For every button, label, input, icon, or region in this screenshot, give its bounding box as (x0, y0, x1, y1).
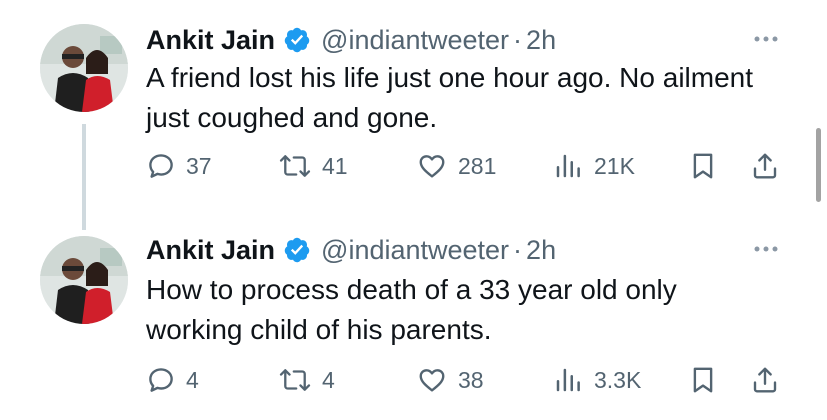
views-count: 21K (594, 152, 635, 179)
tweet-header: Ankit Jain @indiantweeter · 2h (146, 20, 556, 60)
like-count: 281 (458, 152, 497, 179)
verified-badge-icon (284, 27, 310, 53)
reply-count: 4 (186, 366, 199, 393)
reply-count: 37 (186, 152, 212, 179)
more-dots-icon[interactable] (753, 34, 779, 44)
share-upload-icon (753, 367, 777, 393)
timestamp[interactable]: 2h (526, 235, 556, 266)
tweet-actions: 37 41 281 21K (146, 148, 786, 184)
views-count: 3.3K (594, 366, 642, 393)
avatar-photo-icon (40, 24, 128, 112)
more-dots-icon[interactable] (753, 244, 779, 254)
share-upload-icon (753, 153, 777, 179)
bookmark-button[interactable] (688, 362, 718, 398)
separator-dot: · (513, 24, 523, 55)
heart-icon (419, 155, 445, 178)
share-button[interactable] (750, 362, 780, 398)
retweet-button[interactable]: 4 (278, 362, 335, 398)
author-handle[interactable]: @indiantweeter (321, 235, 509, 266)
retweet-count: 41 (322, 152, 348, 179)
analytics-bars-icon (556, 154, 580, 178)
heart-icon (419, 369, 445, 392)
tweet-header: Ankit Jain @indiantweeter · 2h (146, 230, 556, 270)
like-button[interactable]: 38 (416, 362, 484, 398)
views-button[interactable]: 21K (552, 148, 635, 184)
share-button[interactable] (750, 148, 780, 184)
reply-bubble-icon (149, 368, 173, 392)
tweet-actions: 4 4 38 3.3K (146, 362, 786, 398)
tweet-1[interactable]: Ankit Jain @indiantweeter · 2h A friend … (0, 0, 827, 230)
reply-bubble-icon (149, 154, 173, 178)
reply-button[interactable]: 37 (146, 148, 212, 184)
tweet-text: A friend lost his life just one hour ago… (146, 62, 754, 133)
bookmark-icon (693, 367, 713, 393)
avatar-photo-icon (40, 236, 128, 324)
retweet-icon (279, 369, 311, 391)
like-count: 38 (458, 366, 484, 393)
author-handle[interactable]: @indiantweeter (321, 25, 509, 56)
avatar[interactable] (40, 24, 128, 112)
views-button[interactable]: 3.3K (552, 362, 641, 398)
bookmark-icon (693, 153, 713, 179)
timestamp[interactable]: 2h (526, 25, 556, 56)
retweet-icon (279, 155, 311, 177)
scrollbar[interactable] (816, 128, 821, 202)
reply-button[interactable]: 4 (146, 362, 199, 398)
like-button[interactable]: 281 (416, 148, 496, 184)
separator-dot: · (513, 234, 523, 265)
retweet-button[interactable]: 41 (278, 148, 348, 184)
author-name[interactable]: Ankit Jain (146, 235, 275, 266)
avatar[interactable] (40, 236, 128, 324)
author-name[interactable]: Ankit Jain (146, 25, 275, 56)
tweet-text: How to process death of a 33 year old on… (146, 274, 677, 345)
tweet-2[interactable]: Ankit Jain @indiantweeter · 2h How to pr… (0, 214, 827, 420)
bookmark-button[interactable] (688, 148, 718, 184)
retweet-count: 4 (322, 366, 335, 393)
analytics-bars-icon (556, 368, 580, 392)
verified-badge-icon (284, 237, 310, 263)
